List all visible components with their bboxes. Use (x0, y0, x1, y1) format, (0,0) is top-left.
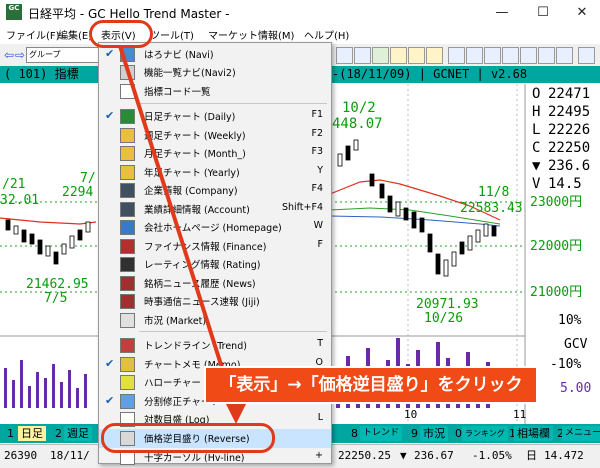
instruction-callout: 「表示」→「価格逆目盛り」をクリック (204, 366, 538, 404)
reverse-item-highlight-oval (101, 423, 275, 453)
